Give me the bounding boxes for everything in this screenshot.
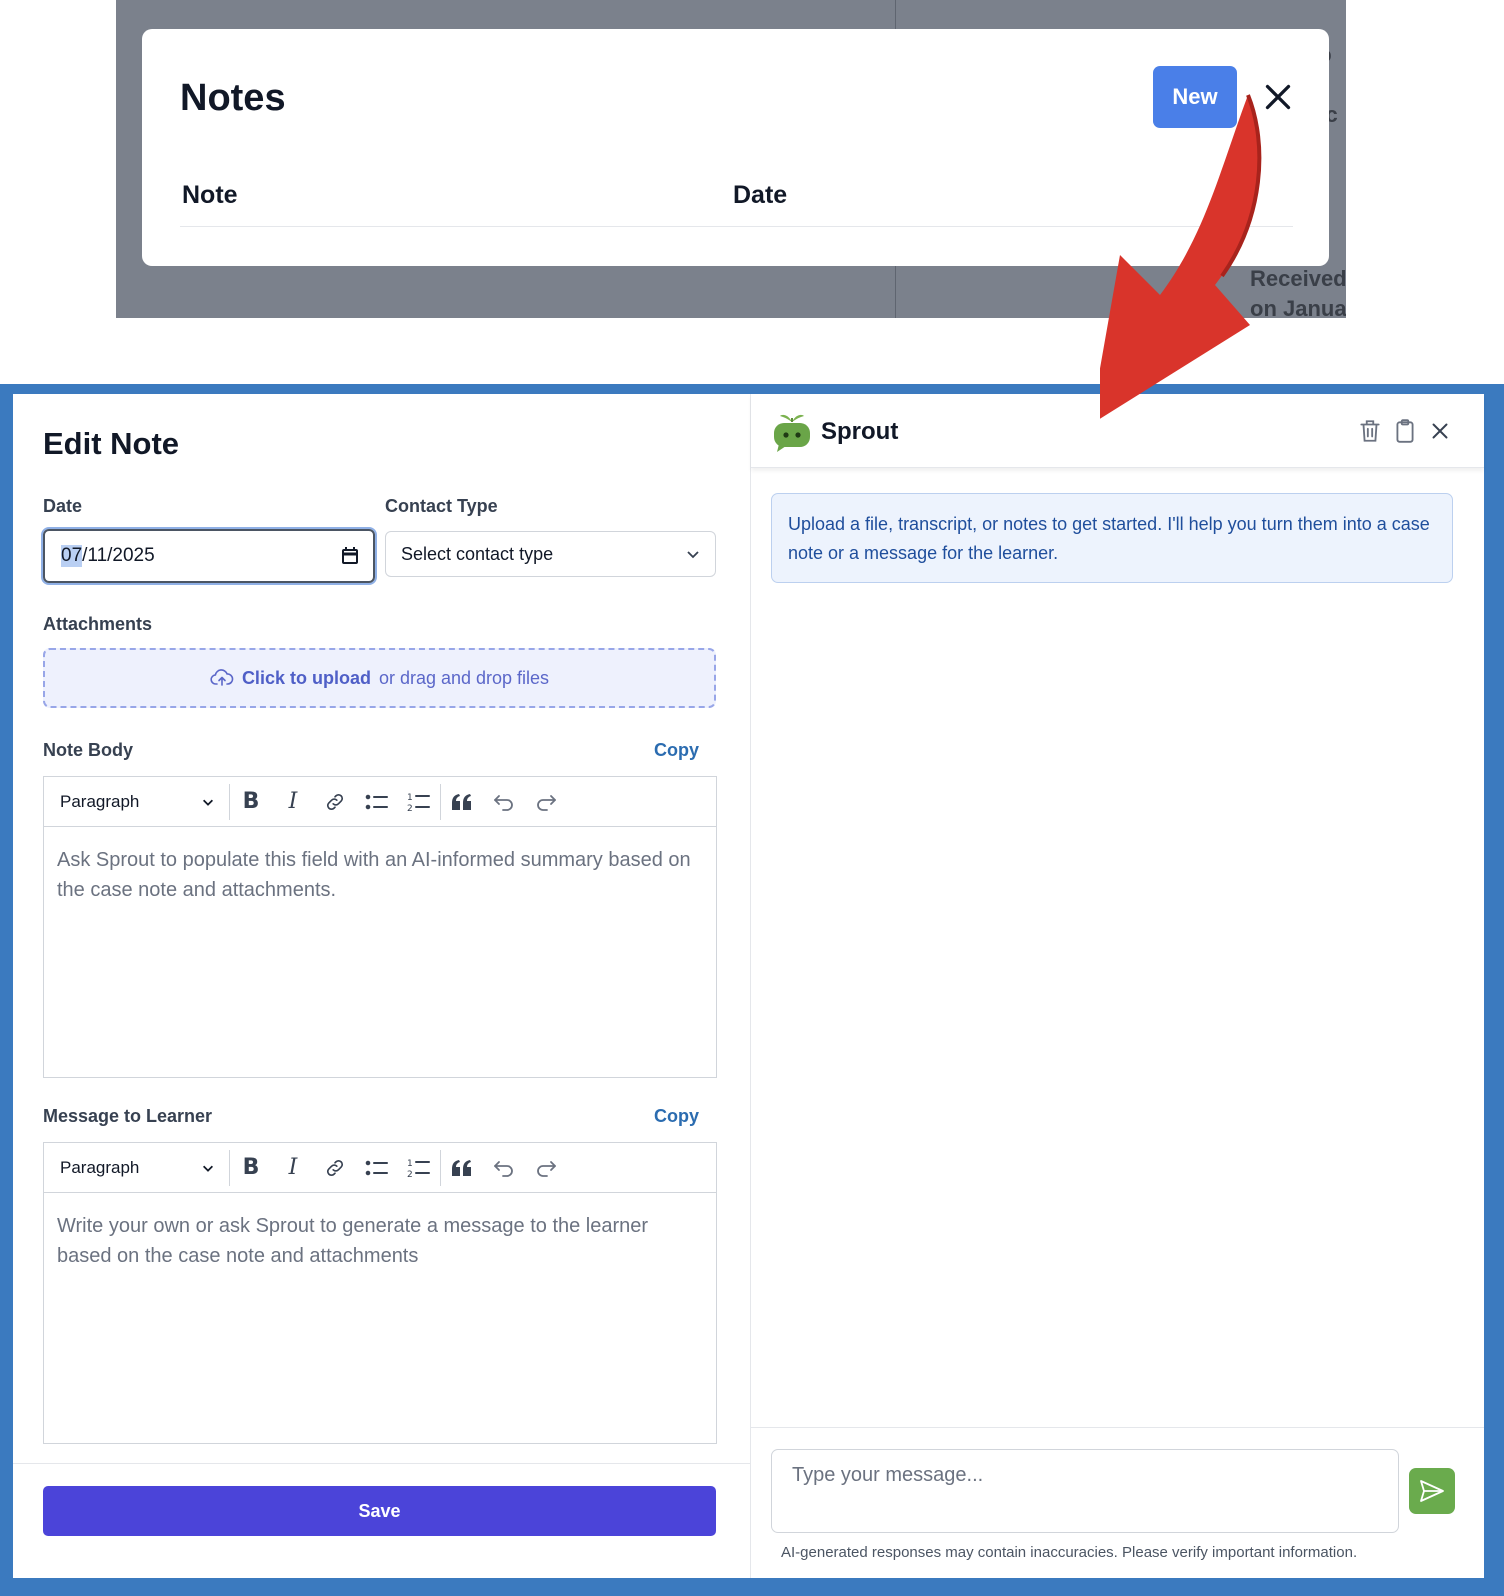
- redo-icon[interactable]: [525, 777, 567, 827]
- paragraph-format-select[interactable]: Paragraph: [44, 777, 229, 827]
- sprout-title: Sprout: [821, 418, 899, 445]
- editor-toolbar: Paragraph B I 12: [44, 1143, 716, 1193]
- undo-icon[interactable]: [483, 1143, 525, 1193]
- chevron-down-icon: [203, 1165, 213, 1172]
- trash-icon[interactable]: [1357, 418, 1383, 444]
- date-month[interactable]: 07: [61, 545, 83, 567]
- column-header-note[interactable]: Note: [182, 181, 238, 210]
- chat-divider: [751, 1427, 1484, 1428]
- bullet-list-icon[interactable]: [356, 777, 398, 827]
- link-icon[interactable]: [314, 777, 356, 827]
- send-button[interactable]: [1409, 1468, 1455, 1514]
- copy-message-button[interactable]: Copy: [654, 1106, 699, 1127]
- undo-icon[interactable]: [483, 777, 525, 827]
- attachments-label: Attachments: [43, 614, 153, 634]
- notes-title: Notes: [180, 77, 286, 119]
- bullet-list-icon[interactable]: [356, 1143, 398, 1193]
- svg-text:2: 2: [407, 1170, 413, 1179]
- upload-link[interactable]: Click to upload: [242, 668, 371, 689]
- save-button[interactable]: Save: [43, 1486, 716, 1536]
- blockquote-icon[interactable]: [441, 1143, 483, 1193]
- sprout-panel: Sprout Upload a file, transcript, or not…: [750, 394, 1484, 1578]
- svg-text:2: 2: [407, 804, 413, 813]
- upload-hint: or drag and drop files: [378, 667, 550, 688]
- annotation-arrow-icon: [1100, 94, 1262, 419]
- paragraph-format-select[interactable]: Paragraph: [44, 1143, 229, 1193]
- svg-text:1: 1: [407, 1159, 413, 1169]
- numbered-list-icon[interactable]: 12: [398, 1143, 440, 1193]
- sprout-intro-message: Upload a file, transcript, or notes to g…: [771, 493, 1453, 583]
- sprout-logo-icon: [774, 414, 810, 452]
- note-body-placeholder[interactable]: Ask Sprout to populate this field with a…: [57, 845, 697, 905]
- message-label: Message to Learner: [43, 1106, 213, 1126]
- contact-type-label: Contact Type: [385, 496, 498, 516]
- edit-note-window: Edit Note Date 07/11/2025 Contact Type S…: [13, 394, 1484, 1578]
- contact-type-value: Select contact type: [401, 543, 554, 564]
- paragraph-format-value: Paragraph: [60, 791, 140, 811]
- note-body-editor[interactable]: Paragraph B I 12 Ask Sprout to populate …: [43, 776, 717, 1078]
- bold-icon[interactable]: B: [230, 1143, 272, 1193]
- redo-icon[interactable]: [525, 1143, 567, 1193]
- calendar-icon[interactable]: [341, 546, 359, 566]
- footer-divider: [13, 1463, 750, 1464]
- ai-disclaimer: AI-generated responses may contain inacc…: [781, 1544, 1358, 1561]
- message-placeholder[interactable]: Write your own or ask Sprout to generate…: [57, 1211, 697, 1271]
- send-icon: [1420, 1480, 1444, 1502]
- date-input[interactable]: 07/11/2025: [43, 529, 375, 583]
- edit-note-panel: Edit Note Date 07/11/2025 Contact Type S…: [13, 394, 750, 1578]
- link-icon[interactable]: [314, 1143, 356, 1193]
- chat-input[interactable]: Type your message...: [771, 1449, 1399, 1533]
- upload-dropzone[interactable]: Click to upload or drag and drop files: [43, 648, 716, 708]
- cloud-upload-icon: [210, 669, 234, 686]
- paragraph-format-value: Paragraph: [60, 1157, 140, 1177]
- italic-icon[interactable]: I: [272, 1143, 314, 1193]
- numbered-list-icon[interactable]: 12: [398, 777, 440, 827]
- date-rest[interactable]: /11/2025: [82, 545, 155, 567]
- chevron-down-icon: [203, 799, 213, 806]
- copy-note-body-button[interactable]: Copy: [654, 740, 699, 761]
- editor-toolbar: Paragraph B I 12: [44, 777, 716, 827]
- chevron-down-icon: [687, 551, 699, 559]
- clipboard-icon[interactable]: [1392, 418, 1418, 444]
- column-header-date[interactable]: Date: [733, 181, 787, 210]
- bold-icon[interactable]: B: [230, 777, 272, 827]
- blockquote-icon[interactable]: [441, 777, 483, 827]
- italic-icon[interactable]: I: [272, 777, 314, 827]
- close-icon[interactable]: [1427, 418, 1453, 444]
- svg-text:1: 1: [407, 793, 413, 803]
- contact-type-select[interactable]: Select contact type: [385, 531, 716, 577]
- message-editor[interactable]: Paragraph B I 12 Write your own or ask S…: [43, 1142, 717, 1444]
- date-label: Date: [43, 496, 83, 516]
- note-body-label: Note Body: [43, 740, 133, 760]
- page-title: Edit Note: [43, 426, 180, 461]
